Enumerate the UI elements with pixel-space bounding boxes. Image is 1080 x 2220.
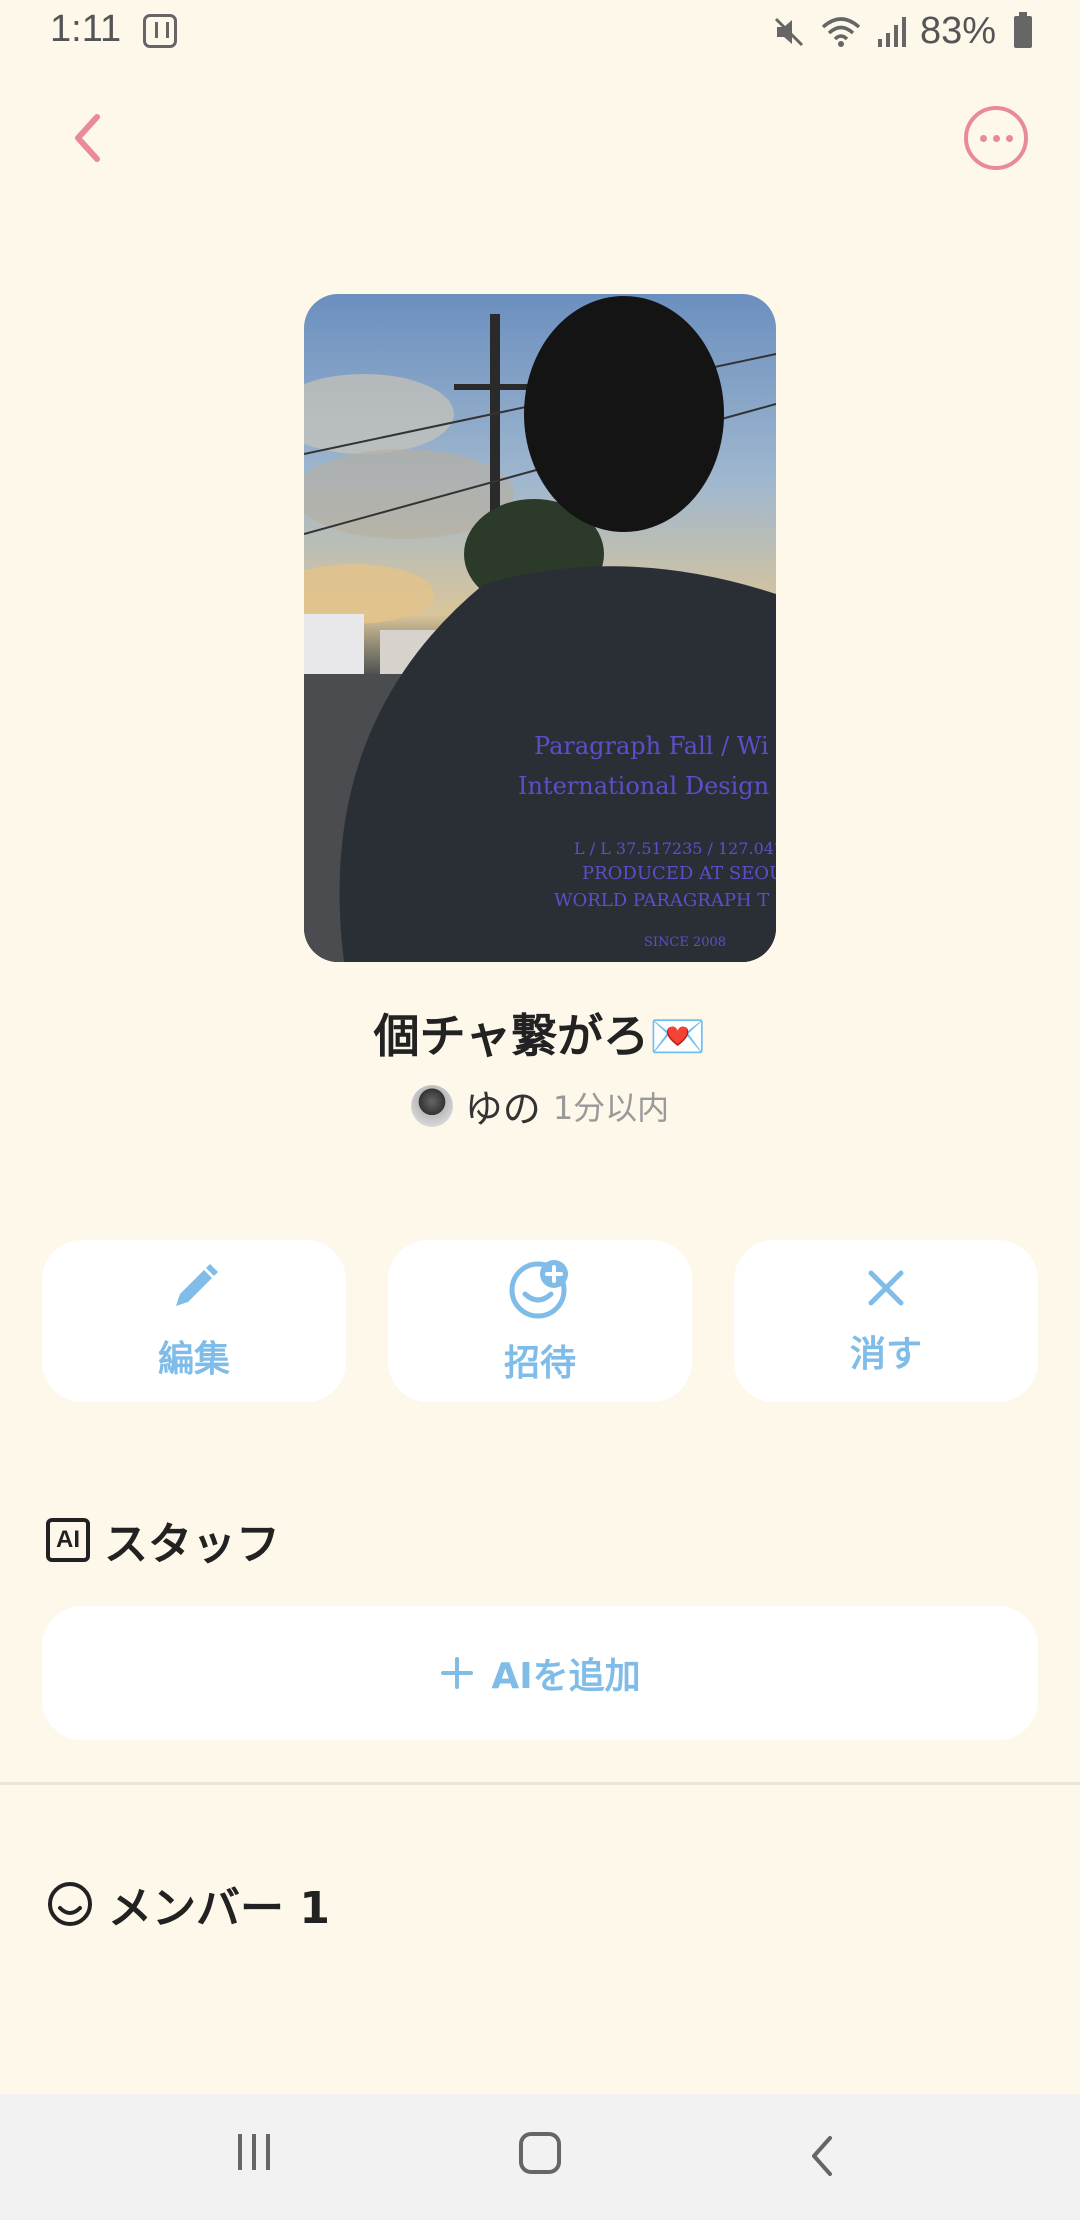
status-time: 1:11 (50, 8, 122, 50)
add-ai-label: AIを追加 (491, 1656, 641, 1697)
add-friend-icon (509, 1260, 568, 1319)
shirt-print-line: International Design (518, 772, 769, 800)
group-cover-image[interactable]: Paragraph Fall / Wi International Design… (304, 294, 776, 962)
plus-icon (441, 1657, 474, 1689)
recent-apps-button[interactable] (238, 2134, 270, 2170)
more-dot (979, 134, 987, 142)
battery-icon (1014, 11, 1032, 48)
cover-photo-illustration: Paragraph Fall / Wi International Design… (304, 296, 776, 962)
battery-percent: 83% (919, 10, 996, 52)
members-section-title: メンバー 1 (108, 1883, 330, 1934)
pencil-icon (176, 1264, 218, 1306)
shirt-print-line: WORLD PARAGRAPH T (554, 890, 769, 911)
chevron-left-icon (812, 2136, 832, 2176)
owner-name: ゆの (464, 1087, 541, 1131)
edit-label: 編集 (157, 1339, 230, 1380)
delete-button[interactable]: 消す (734, 1240, 1038, 1402)
more-dot (992, 134, 1000, 142)
shirt-print-line: SINCE 2008 (644, 935, 726, 950)
close-icon (868, 1270, 904, 1306)
invite-button[interactable]: 招待 (388, 1240, 692, 1402)
shirt-print-line: Paragraph Fall / Wi (534, 732, 769, 760)
add-ai-button[interactable]: AIを追加 (42, 1606, 1038, 1740)
notification-icon (143, 14, 177, 48)
signal-icon (877, 16, 906, 47)
status-indicators: 83% (772, 10, 1032, 53)
more-dot (1005, 134, 1013, 142)
smiley-icon (48, 1882, 92, 1926)
divider (0, 1782, 1080, 1785)
owner-row[interactable]: ゆの 1分以内 (0, 1078, 1080, 1133)
status-bar: 1:11 83% (0, 0, 1080, 66)
chevron-left-icon (75, 114, 100, 162)
shirt-print-line: L / L 37.517235 / 127.047 (574, 839, 776, 858)
system-nav-bar (0, 2094, 1080, 2220)
avatar (410, 1084, 453, 1127)
staff-section-title: スタッフ (104, 1519, 280, 1570)
invite-label: 招待 (503, 1343, 576, 1384)
wifi-icon (821, 16, 861, 47)
ai-icon: AI (46, 1518, 90, 1562)
home-button[interactable] (519, 2132, 561, 2174)
edit-button[interactable]: 編集 (42, 1240, 346, 1402)
delete-label: 消す (849, 1334, 922, 1375)
mute-icon (774, 17, 803, 46)
system-back-button[interactable] (808, 2134, 834, 2182)
back-button[interactable] (62, 108, 112, 168)
shirt-print-line: PRODUCED AT SEOUL (582, 863, 776, 884)
more-options-button[interactable] (964, 106, 1028, 170)
members-section-header: メンバー 1 (46, 1872, 330, 1936)
updated-time: 1分以内 (552, 1088, 670, 1127)
group-title: 個チャ繋がろ💌 (373, 1009, 707, 1063)
staff-section-header: AI スタッフ (46, 1508, 280, 1572)
